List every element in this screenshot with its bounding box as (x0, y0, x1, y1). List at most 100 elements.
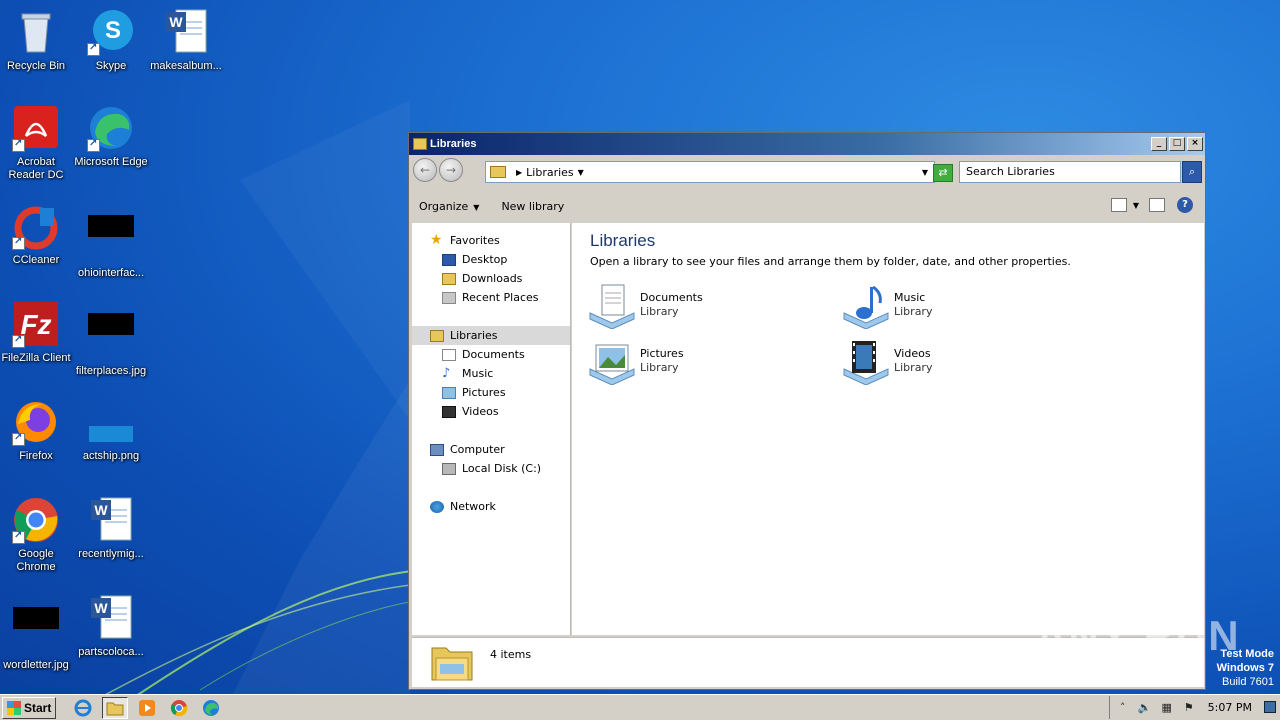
desktop-icon-recycle-bin[interactable]: Recycle Bin (0, 8, 74, 73)
image-thumbnail-icon (87, 313, 135, 361)
window-titlebar[interactable]: Libraries _ □ × (409, 133, 1205, 155)
address-history-dropdown-icon[interactable]: ▼ (922, 168, 928, 177)
show-hidden-icons-icon[interactable]: ˄ (1116, 701, 1130, 715)
start-button[interactable]: Start (2, 696, 57, 719)
nav-videos[interactable]: Videos (442, 402, 499, 421)
shortcut-arrow-icon (12, 235, 25, 250)
action-center-flag-icon[interactable]: ⚑ (1182, 701, 1196, 715)
desktop-icon-label: wordletter.jpg (3, 659, 69, 671)
taskbar-explorer[interactable] (102, 696, 129, 719)
edge-icon (87, 104, 135, 152)
preview-pane-icon[interactable] (1149, 198, 1165, 212)
search-icon[interactable]: ⌕ (1182, 161, 1202, 183)
nav-recent-places[interactable]: Recent Places (442, 288, 539, 307)
breadcrumb-dropdown-icon[interactable]: ▼ (578, 168, 584, 177)
breadcrumb-arrow-icon[interactable]: ▶ (516, 168, 522, 177)
desktop-icon-chrome[interactable]: Google Chrome (0, 496, 74, 574)
view-dropdown-icon[interactable]: ▼ (1133, 201, 1139, 210)
shortcut-arrow-icon (87, 137, 100, 152)
maximize-button[interactable]: □ (1169, 137, 1185, 151)
library-name: Music (894, 291, 926, 304)
nav-documents[interactable]: Documents (442, 345, 525, 364)
desktop-icon-filezilla[interactable]: Fz FileZilla Client (0, 300, 74, 365)
help-icon[interactable]: ? (1177, 197, 1193, 213)
library-item-documents[interactable]: Documents Library (588, 283, 703, 330)
shortcut-arrow-icon (12, 137, 25, 152)
nav-desktop[interactable]: Desktop (442, 250, 507, 269)
os-label: Windows 7 (1216, 662, 1274, 674)
shortcut-arrow-icon (87, 41, 100, 56)
desktop-icon-label: makesalbum... (150, 60, 222, 72)
pictures-icon (442, 386, 456, 399)
refresh-button[interactable]: ⇄ (933, 164, 953, 182)
desktop-icon-acrobat[interactable]: Acrobat Reader DC (0, 104, 74, 182)
taskbar-internet-explorer[interactable] (70, 697, 96, 719)
organize-button[interactable]: Organize ▼ (419, 200, 479, 213)
back-button[interactable]: ← (413, 158, 437, 182)
desktop-icon-label: FileZilla Client (1, 352, 71, 364)
word-document-icon: W (87, 594, 135, 642)
nav-computer[interactable]: Computer (430, 440, 505, 459)
ccleaner-icon (12, 202, 60, 250)
clock[interactable]: 5:07 PM (1208, 701, 1252, 714)
hard-disk-icon (442, 462, 456, 475)
library-item-music[interactable]: Music Library (842, 283, 933, 330)
network-status-icon[interactable]: ▦ (1160, 701, 1174, 715)
nav-pictures[interactable]: Pictures (442, 383, 506, 402)
desktop-icon-recentlymig[interactable]: W recentlymig... (73, 496, 149, 561)
videos-icon (442, 405, 456, 418)
minimize-button[interactable]: _ (1151, 137, 1167, 151)
desktop-icon-partscoloca[interactable]: W partscoloca... (73, 594, 149, 659)
desktop-icon-edge[interactable]: Microsoft Edge (73, 104, 149, 169)
library-type: Library (894, 305, 933, 318)
desktop-icon-skype[interactable]: S Skype (73, 8, 149, 73)
network-icon (430, 500, 444, 513)
system-info: Test Mode Windows 7 Build 7601 (1217, 647, 1274, 689)
forward-button[interactable]: → (439, 158, 463, 182)
taskbar-media-player[interactable] (134, 697, 160, 719)
chrome-icon (171, 699, 188, 716)
change-view-icon[interactable] (1110, 198, 1127, 212)
desktop-icon-label: Microsoft Edge (74, 156, 148, 168)
music-library-icon (842, 283, 890, 330)
system-tray: ˄ 🔈 ▦ ⚑ 5:07 PM (1108, 696, 1280, 719)
library-item-videos[interactable]: Videos Library (842, 339, 932, 386)
show-desktop-icon[interactable] (1264, 701, 1276, 713)
nav-favorites[interactable]: ★ Favorites (430, 231, 500, 250)
new-library-button[interactable]: New library (501, 200, 564, 213)
desktop-icon-label: Firefox (19, 450, 53, 462)
folder-icon (106, 702, 124, 715)
desktop-icon-filterplaces[interactable]: filterplaces.jpg (73, 300, 149, 378)
library-folder-icon (413, 138, 427, 150)
nav-label: Network (450, 500, 496, 513)
library-item-pictures[interactable]: Pictures Library (588, 339, 684, 386)
nav-label: Libraries (450, 329, 498, 342)
taskbar-edge[interactable] (198, 697, 224, 719)
svg-text:S: S (105, 17, 121, 44)
library-folder-icon (430, 642, 474, 682)
nav-libraries[interactable]: Libraries (412, 326, 570, 345)
desktop-icon-actship[interactable]: actship.png (73, 398, 149, 463)
taskbar-chrome[interactable] (166, 697, 192, 719)
desktop-icon-ccleaner[interactable]: CCleaner (0, 202, 74, 267)
close-button[interactable]: × (1187, 137, 1203, 151)
desktop-icon-ohiointerface[interactable]: ohiointerfac... (73, 202, 149, 280)
desktop-icon-label: filterplaces.jpg (75, 365, 147, 377)
anyrun-watermark: ANY RUN (1036, 612, 1241, 659)
nav-local-disk[interactable]: Local Disk (C:) (442, 459, 541, 478)
search-input[interactable]: Search Libraries (959, 161, 1181, 183)
desktop-icon-firefox[interactable]: Firefox (0, 398, 74, 463)
nav-music[interactable]: ♪ Music (442, 364, 493, 383)
desktop-icon-wordletter[interactable]: wordletter.jpg (0, 594, 74, 672)
taskbar: Start ˄ 🔈 ▦ ⚑ 5:07 PM (0, 694, 1280, 720)
desktop-icon-label: Acrobat Reader DC (8, 156, 64, 181)
breadcrumb-libraries[interactable]: Libraries (526, 166, 574, 179)
desktop-icon-label: ohiointerfac... (77, 267, 145, 279)
nav-downloads[interactable]: Downloads (442, 269, 522, 288)
volume-icon[interactable]: 🔈 (1138, 701, 1152, 715)
computer-icon (430, 443, 444, 456)
library-type: Library (640, 305, 679, 318)
desktop-icon-word-doc[interactable]: W makesalbum... (148, 8, 224, 73)
nav-network[interactable]: Network (430, 497, 496, 516)
address-field[interactable]: ▶ Libraries ▼ ▼ (485, 161, 935, 183)
